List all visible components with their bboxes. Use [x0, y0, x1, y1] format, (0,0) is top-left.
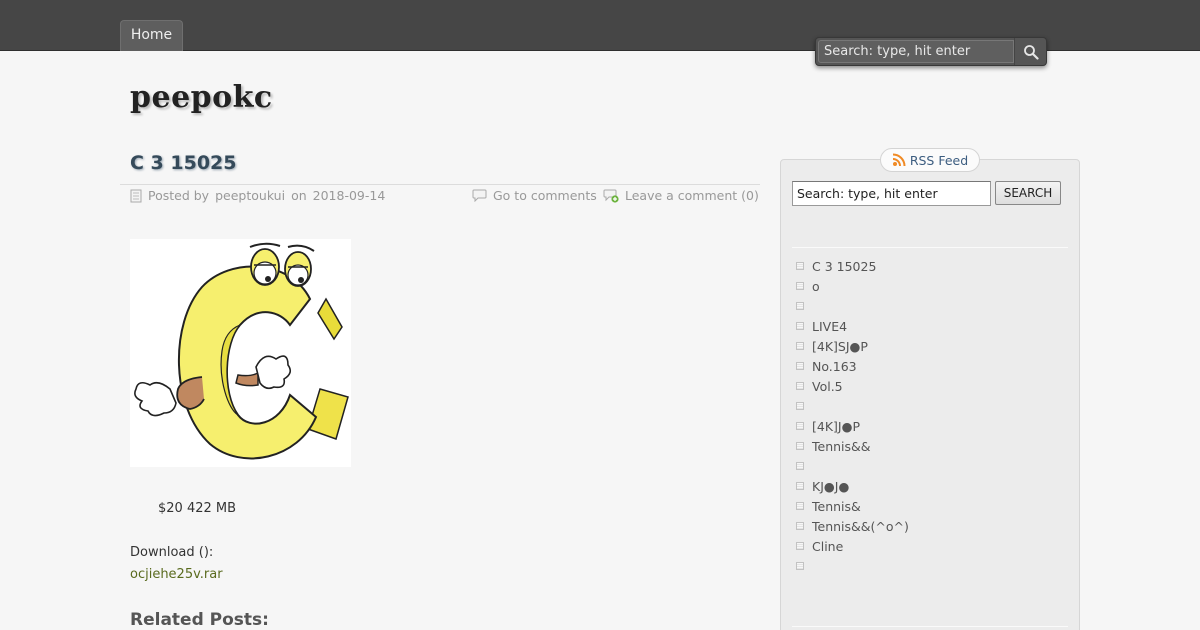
- sidebar-post-link[interactable]: LIVE4: [812, 319, 847, 334]
- sidebar-post-link[interactable]: KJ●J●: [812, 479, 849, 494]
- sidebar-post-item[interactable]: KJ●J●: [796, 476, 909, 496]
- sidebar-search-input[interactable]: Search: type, hit enter: [792, 181, 991, 206]
- posted-on-word: on: [291, 188, 307, 203]
- list-bullet-icon: [796, 422, 804, 430]
- sidebar-post-item[interactable]: LIVE4: [796, 316, 909, 336]
- sidebar-post-link[interactable]: Tennis&&(^o^): [812, 519, 909, 534]
- list-bullet-icon: [796, 542, 804, 550]
- post-title[interactable]: C 3 15025: [130, 152, 237, 174]
- comment-add-icon: [603, 189, 619, 203]
- related-posts-heading: Related Posts:: [130, 610, 269, 630]
- list-bullet-icon: [796, 362, 804, 370]
- nav-home-tab[interactable]: Home: [120, 20, 183, 51]
- site-title[interactable]: peepokc: [130, 80, 273, 115]
- sidebar-post-link[interactable]: No.163: [812, 359, 857, 374]
- sidebar-post-link[interactable]: C 3 15025: [812, 259, 876, 274]
- go-to-comments-link[interactable]: Go to comments: [493, 188, 597, 203]
- sidebar-post-item[interactable]: Vol.5: [796, 376, 909, 396]
- rss-feed-label: RSS Feed: [909, 152, 969, 168]
- go-to-comments[interactable]: Go to comments: [472, 188, 597, 203]
- leave-comment[interactable]: Leave a comment (0): [603, 188, 759, 203]
- list-bullet-icon: [796, 442, 804, 450]
- leave-comment-link[interactable]: Leave a comment (0): [625, 188, 759, 203]
- list-bullet-icon: [796, 522, 804, 530]
- sidebar-post-item[interactable]: Tennis&: [796, 496, 909, 516]
- list-bullet-icon: [796, 482, 804, 490]
- posted-by-prefix: Posted by: [148, 188, 210, 203]
- list-bullet-icon: [796, 262, 804, 270]
- post-author-link[interactable]: peeptoukui: [215, 188, 285, 203]
- sidebar-post-item[interactable]: [796, 456, 909, 476]
- sidebar-post-item[interactable]: No.163: [796, 356, 909, 376]
- sidebar-bottom-divider: [792, 626, 1068, 627]
- sidebar-post-item[interactable]: [796, 556, 909, 576]
- file-price-size: $20 422 MB: [158, 501, 237, 516]
- header-search-box: Search: type, hit enter: [815, 37, 1047, 66]
- post-byline: Posted by peeptoukui on 2018-09-14: [130, 188, 385, 203]
- list-bullet-icon: [796, 382, 804, 390]
- download-label: Download ():: [130, 545, 214, 560]
- header-search-input[interactable]: Search: type, hit enter: [818, 40, 1014, 63]
- list-bullet-icon: [796, 562, 804, 570]
- sidebar-post-link[interactable]: Tennis&&: [812, 439, 871, 454]
- post-illustration-letter-c: [130, 239, 351, 467]
- sidebar-post-item[interactable]: [796, 296, 909, 316]
- post-date: 2018-09-14: [312, 188, 386, 203]
- sidebar-post-link[interactable]: [4K]J●P: [812, 419, 860, 434]
- sidebar-post-item[interactable]: [796, 396, 909, 416]
- sidebar-post-item[interactable]: [4K]SJ●P: [796, 336, 909, 356]
- list-bullet-icon: [796, 462, 804, 470]
- post-header-divider: [120, 184, 760, 185]
- list-bullet-icon: [796, 322, 804, 330]
- search-icon: [1023, 44, 1039, 60]
- list-bullet-icon: [796, 302, 804, 310]
- sidebar-post-item[interactable]: Cline: [796, 536, 909, 556]
- sidebar-post-item[interactable]: Tennis&&(^o^): [796, 516, 909, 536]
- sidebar-post-link[interactable]: Tennis&: [812, 499, 861, 514]
- list-bullet-icon: [796, 342, 804, 350]
- sidebar-post-link[interactable]: o: [812, 279, 820, 294]
- rss-feed-button[interactable]: RSS Feed: [880, 148, 980, 172]
- sidebar-post-item[interactable]: [4K]J●P: [796, 416, 909, 436]
- sidebar-search-button[interactable]: SEARCH: [995, 181, 1061, 205]
- sidebar-post-link[interactable]: Vol.5: [812, 379, 843, 394]
- list-bullet-icon: [796, 282, 804, 290]
- header-search-button[interactable]: [1014, 38, 1046, 65]
- speech-bubble-icon: [472, 189, 487, 202]
- list-bullet-icon: [796, 402, 804, 410]
- sidebar-recent-posts: C 3 15025 o LIVE4 [4K]SJ●P No.163 Vol.5 [4K]J…: [796, 256, 909, 576]
- rss-icon: [892, 153, 906, 167]
- list-bullet-icon: [796, 502, 804, 510]
- document-icon: [130, 189, 142, 202]
- sidebar-post-link[interactable]: [4K]SJ●P: [812, 339, 868, 354]
- sidebar-post-item[interactable]: Tennis&&: [796, 436, 909, 456]
- sidebar-divider: [792, 247, 1068, 248]
- sidebar-post-item[interactable]: C 3 15025: [796, 256, 909, 276]
- sidebar-post-link[interactable]: Cline: [812, 539, 843, 554]
- download-file-link[interactable]: ocjiehe25v.rar: [130, 567, 223, 582]
- sidebar-post-item[interactable]: o: [796, 276, 909, 296]
